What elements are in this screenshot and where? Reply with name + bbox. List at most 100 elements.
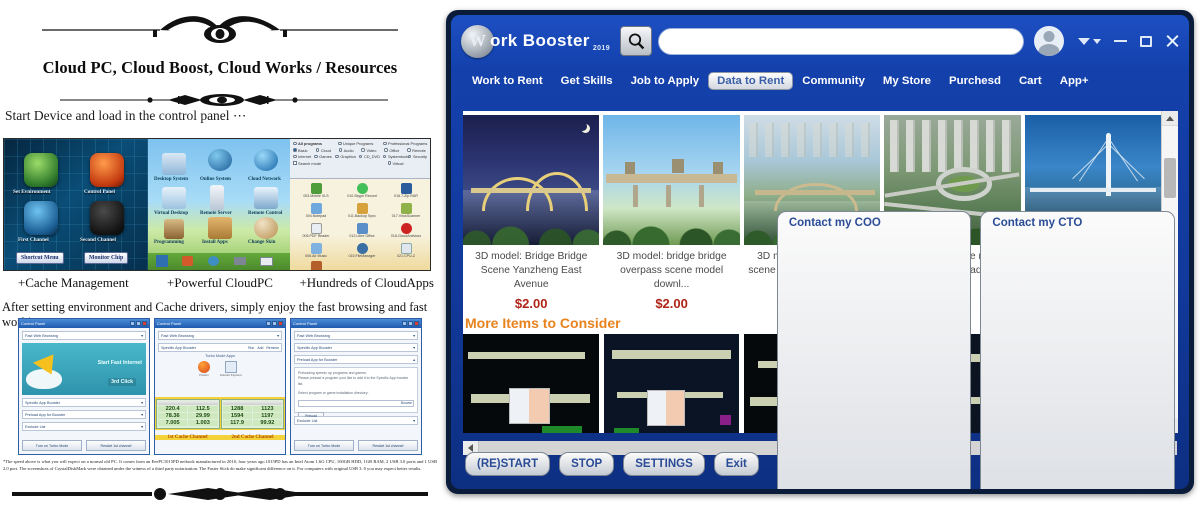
search-button[interactable] xyxy=(620,26,652,56)
dropdown-chevron-icon[interactable] xyxy=(1078,37,1101,45)
app-entry[interactable]: 004.Notepad xyxy=(296,203,336,218)
minimize-icon[interactable] xyxy=(266,321,271,326)
contact-coo-button[interactable]: Contact my COO xyxy=(776,211,972,489)
scroll-up-button[interactable] xyxy=(1161,111,1178,126)
product-card[interactable]: 3D model: Bridge Bridge Scene Yanzheng E… xyxy=(463,115,600,311)
contact-cto-button[interactable]: Contact my CTO xyxy=(980,211,1175,489)
nav-my-store[interactable]: My Store xyxy=(874,72,940,90)
turbo-app-firefox[interactable]: Firefox xyxy=(198,361,211,377)
filter-option[interactable]: Cloud xyxy=(315,148,336,153)
accordion-exclude-list[interactable]: Exclude List ▾ xyxy=(22,422,146,431)
control-panel-window-3: Control Panel Fast Web Browsing ▾ Specifi… xyxy=(290,318,422,455)
filter-option[interactable]: All programs xyxy=(293,141,335,146)
app-entry[interactable]: 018.CloudAntivirus xyxy=(386,223,426,238)
icon-change-skin xyxy=(254,217,278,239)
more-item-card[interactable] xyxy=(603,334,740,433)
app-entry[interactable]: 012.Libre Office xyxy=(342,223,382,238)
nav-app-plus[interactable]: App+ xyxy=(1051,72,1098,90)
caption-powerful-cloudpc: +Powerful CloudPC xyxy=(167,275,273,290)
more-item-card[interactable] xyxy=(463,334,599,433)
app-entry[interactable]: 016.7-Zip RAR xyxy=(386,183,426,198)
settings-button[interactable]: SETTINGS xyxy=(623,452,705,476)
accordion-specific-app-booster[interactable]: Specific App Booster Run Add Remove xyxy=(158,343,282,352)
filter-option[interactable]: Security xyxy=(407,154,427,159)
maximize-icon[interactable] xyxy=(408,321,413,326)
benchmark-row: 117.9 99.92 xyxy=(222,420,282,426)
nav-job-to-apply[interactable]: Job to Apply xyxy=(622,72,709,90)
filter-option[interactable]: Video xyxy=(361,148,381,153)
close-icon[interactable] xyxy=(1165,34,1179,48)
filter-option[interactable]: Unique Programs xyxy=(338,141,380,146)
nav-purchesd[interactable]: Purchesd xyxy=(940,72,1010,90)
nav-work-to-rent[interactable]: Work to Rent xyxy=(463,72,552,90)
app-entry[interactable]: 021.CPU-Z xyxy=(386,243,426,258)
app-entry[interactable]: 015.FileManager xyxy=(342,243,382,258)
benchmark-value: 1288 xyxy=(222,406,252,412)
filter-option[interactable]: Office xyxy=(384,148,404,153)
avatar[interactable] xyxy=(1034,26,1064,56)
turn-on-turbo-mode-button[interactable]: Turn on Turbo Mode xyxy=(294,440,354,451)
filter-option[interactable]: Virtual xyxy=(387,161,428,166)
app-entry[interactable]: 017.VirusScanner xyxy=(386,203,426,218)
filter-option[interactable]: Systemtools xyxy=(382,154,409,159)
filter-option[interactable]: Games xyxy=(314,154,332,159)
app-entry[interactable]: 005.PDF Reader xyxy=(296,223,336,238)
app-entry[interactable]: 010.Skype Record xyxy=(342,183,382,198)
window-footer: Turn on Turbo Mode Restart 1st channel xyxy=(22,440,146,451)
app-label: 004.Notepad xyxy=(305,214,327,218)
browse-button[interactable]: Browse xyxy=(401,401,412,405)
restart-button[interactable]: (RE)START xyxy=(465,452,551,476)
turn-on-turbo-mode-button[interactable]: Turn on Turbo Mode xyxy=(22,440,82,451)
maximize-icon[interactable] xyxy=(1140,35,1152,47)
minimize-icon[interactable] xyxy=(1114,40,1127,42)
preload-path-input[interactable]: Browse xyxy=(298,400,414,407)
filter-option[interactable]: Professional Programs xyxy=(383,141,427,146)
shortcut-menu-button[interactable]: Shortcut Menu xyxy=(16,252,64,264)
filter-label: All programs xyxy=(298,141,322,146)
search-input[interactable] xyxy=(658,27,1024,55)
accordion-fast-web-browsing[interactable]: Fast Web Browsing ▾ xyxy=(294,331,418,340)
accordion-fast-web-browsing[interactable]: Fast Web Browsing ▾ xyxy=(22,331,146,340)
add-button[interactable]: Add xyxy=(257,346,263,350)
accordion-preload-app[interactable]: Preload App for Booster ▾ xyxy=(22,410,146,419)
app-entry[interactable]: 003.Mobile XLS xyxy=(296,183,336,198)
monitor-chip-button[interactable]: Monitor Chip xyxy=(84,252,129,264)
minimize-icon[interactable] xyxy=(402,321,407,326)
nav-get-skills[interactable]: Get Skills xyxy=(552,72,622,90)
filter-option[interactable]: Graphics xyxy=(335,154,356,159)
stop-button[interactable]: STOP xyxy=(559,452,615,476)
product-card[interactable]: 3D model: bridge bridge overpass scene m… xyxy=(603,115,740,311)
nav-data-to-rent[interactable]: Data to Rent xyxy=(708,72,794,90)
app-entry[interactable]: 006.Air Music xyxy=(296,243,336,258)
filter-option[interactable]: CD_DVD xyxy=(358,154,380,159)
minimize-icon[interactable] xyxy=(130,321,135,326)
filter-option[interactable]: Remote xyxy=(407,148,427,153)
restart-1st-channel-button[interactable]: Restart 1st channel xyxy=(358,440,418,451)
hero-button[interactable]: 3rd Click xyxy=(108,378,136,386)
nav-community[interactable]: Community xyxy=(793,72,874,90)
app-entry[interactable]: 007.Player xyxy=(296,261,336,270)
filter-option[interactable]: Internet xyxy=(293,154,311,159)
maximize-icon[interactable] xyxy=(272,321,277,326)
maximize-icon[interactable] xyxy=(136,321,141,326)
accordion-specific-app-booster[interactable]: Specific App Booster ▾ xyxy=(294,343,418,352)
accordion-preload-app[interactable]: Preload App for Booster ▴ xyxy=(294,355,418,364)
close-icon[interactable] xyxy=(414,321,419,326)
close-icon[interactable] xyxy=(278,321,283,326)
close-icon[interactable] xyxy=(142,321,147,326)
app-icon xyxy=(310,243,322,254)
remove-button[interactable]: Remove xyxy=(266,346,279,350)
app-entry[interactable]: 011.Backup Sync xyxy=(342,203,382,218)
restart-1st-channel-button[interactable]: Restart 1st channel xyxy=(86,440,146,451)
accordion-specific-app-booster[interactable]: Specific App Booster ▾ xyxy=(22,398,146,407)
benchmark-value: 1594 xyxy=(222,413,252,419)
accordion-fast-web-browsing[interactable]: Fast Web Browsing ▾ xyxy=(158,331,282,340)
exit-button[interactable]: Exit xyxy=(713,452,759,476)
filter-option[interactable]: Basic xyxy=(293,148,313,153)
nav-cart[interactable]: Cart xyxy=(1010,72,1051,90)
turbo-app-ie[interactable]: Internet Explorer xyxy=(220,361,242,377)
filter-option[interactable]: Audio xyxy=(338,148,359,153)
scrollbar-thumb[interactable] xyxy=(1163,158,1176,198)
search-mode-checkbox[interactable]: Search mode xyxy=(293,161,333,166)
run-button[interactable]: Run xyxy=(248,346,254,350)
